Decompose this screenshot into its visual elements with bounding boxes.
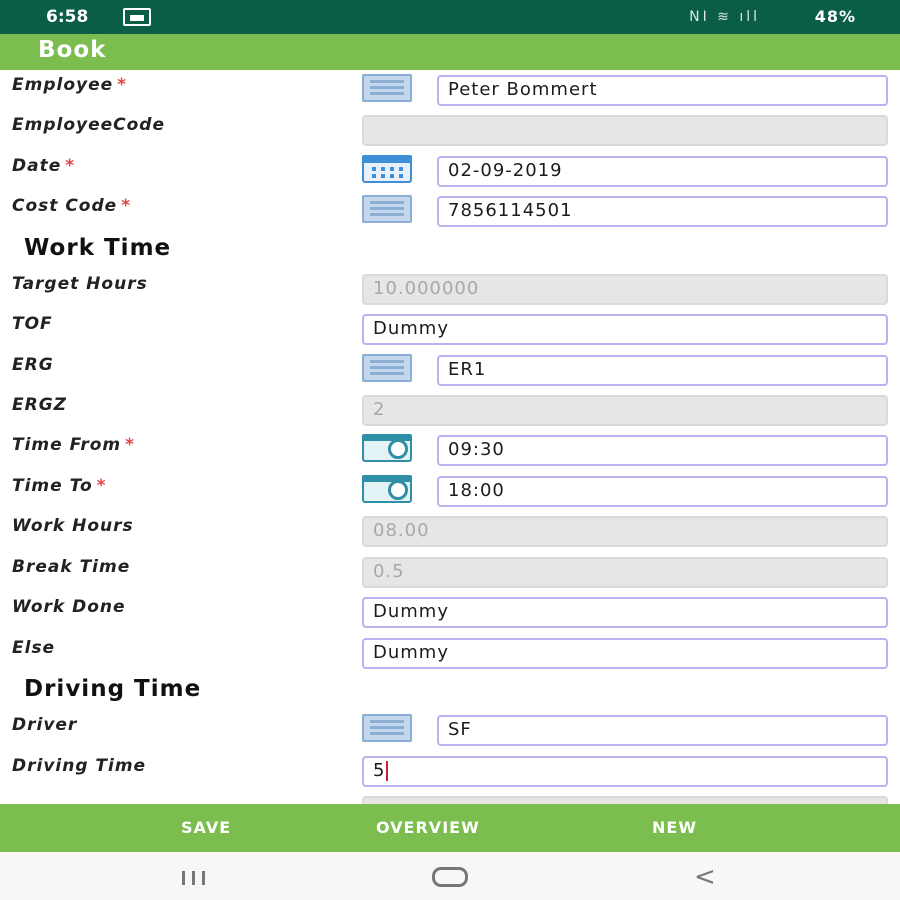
date-label: Date *	[12, 156, 76, 176]
notification-icon	[123, 8, 151, 26]
save-button[interactable]: SAVE	[181, 818, 231, 837]
target-hours-label: Target Hours	[12, 274, 148, 294]
cost-code-row: Cost Code * 7856114501	[0, 191, 900, 231]
employee-code-field	[362, 115, 888, 146]
break-time-row: Break Time 0.5	[0, 552, 900, 592]
list-picker-icon[interactable]	[362, 195, 412, 223]
cost-code-field[interactable]: 7856114501	[437, 196, 888, 227]
list-picker-icon[interactable]	[362, 354, 412, 382]
driver-row: Driver SF	[0, 710, 900, 750]
list-picker-icon[interactable]	[362, 714, 412, 742]
work-hours-row: Work Hours 08.00	[0, 511, 900, 551]
time-picker-icon[interactable]	[362, 434, 412, 462]
else-row: Else Dummy	[0, 633, 900, 673]
back-icon[interactable]: <	[694, 862, 716, 892]
work-time-header: Work Time	[24, 235, 172, 261]
time-from-label: Time From *	[12, 435, 135, 455]
employee-code-label: EmployeeCode	[12, 115, 165, 135]
system-nav-bar: <	[0, 852, 900, 900]
ergz-row: ERGZ 2	[0, 390, 900, 430]
tof-field[interactable]: Dummy	[362, 314, 888, 345]
else-label: Else	[12, 638, 56, 658]
work-done-row: Work Done Dummy	[0, 592, 900, 632]
work-hours-field: 08.00	[362, 516, 888, 547]
driving-time-label: Driving Time	[12, 756, 147, 776]
app-bar: Book	[0, 34, 900, 70]
ergz-label: ERGZ	[12, 395, 67, 415]
time-to-label: Time To *	[12, 476, 107, 496]
partially-hidden-row	[0, 791, 900, 804]
time-from-row: Time From * 09:30	[0, 430, 900, 470]
date-row: Date * 02-09-2019	[0, 151, 900, 191]
action-bar: SAVE OVERVIEW NEW	[0, 804, 900, 852]
target-hours-row: Target Hours 10.000000	[0, 269, 900, 309]
employee-label: Employee *	[12, 75, 128, 95]
employee-field[interactable]: Peter Bommert	[437, 75, 888, 106]
erg-label: ERG	[12, 355, 54, 375]
break-time-label: Break Time	[12, 557, 131, 577]
erg-field[interactable]: ER1	[437, 355, 888, 386]
work-done-label: Work Done	[12, 597, 126, 617]
driver-label: Driver	[12, 715, 78, 735]
connectivity-icons: NI ≋ ıll	[689, 9, 760, 25]
new-button[interactable]: NEW	[652, 818, 697, 837]
text-cursor	[386, 761, 389, 781]
recent-apps-icon[interactable]	[182, 870, 214, 886]
status-time: 6:58	[46, 7, 89, 27]
else-field[interactable]: Dummy	[362, 638, 888, 669]
status-bar: 6:58 NI ≋ ıll 48%	[0, 0, 900, 34]
list-picker-icon[interactable]	[362, 74, 412, 102]
employee-row: Employee * Peter Bommert	[0, 70, 900, 110]
page-title: Book	[38, 37, 107, 63]
driving-time-value: 5	[373, 760, 386, 781]
calendar-icon[interactable]	[362, 155, 412, 183]
work-done-field[interactable]: Dummy	[362, 597, 888, 628]
date-field[interactable]: 02-09-2019	[437, 156, 888, 187]
home-icon[interactable]	[432, 867, 468, 887]
battery-percentage: 48%	[814, 7, 856, 26]
ergz-field: 2	[362, 395, 888, 426]
break-time-field: 0.5	[362, 557, 888, 588]
driving-time-header: Driving Time	[24, 676, 202, 702]
time-to-row: Time To * 18:00	[0, 471, 900, 511]
cost-code-label: Cost Code *	[12, 196, 132, 216]
target-hours-field: 10.000000	[362, 274, 888, 305]
time-picker-icon[interactable]	[362, 475, 412, 503]
time-from-field[interactable]: 09:30	[437, 435, 888, 466]
booking-form[interactable]: Employee * Peter Bommert EmployeeCode Dat…	[0, 70, 900, 804]
time-to-field[interactable]: 18:00	[437, 476, 888, 507]
driving-time-field[interactable]: 5	[362, 756, 888, 787]
tof-row: TOF Dummy	[0, 309, 900, 349]
overview-button[interactable]: OVERVIEW	[376, 818, 480, 837]
tof-label: TOF	[12, 314, 53, 334]
erg-row: ERG ER1	[0, 350, 900, 390]
driving-time-row: Driving Time 5	[0, 751, 900, 791]
partially-hidden-field	[362, 796, 888, 804]
employee-code-row: EmployeeCode	[0, 110, 900, 150]
driver-field[interactable]: SF	[437, 715, 888, 746]
work-hours-label: Work Hours	[12, 516, 134, 536]
